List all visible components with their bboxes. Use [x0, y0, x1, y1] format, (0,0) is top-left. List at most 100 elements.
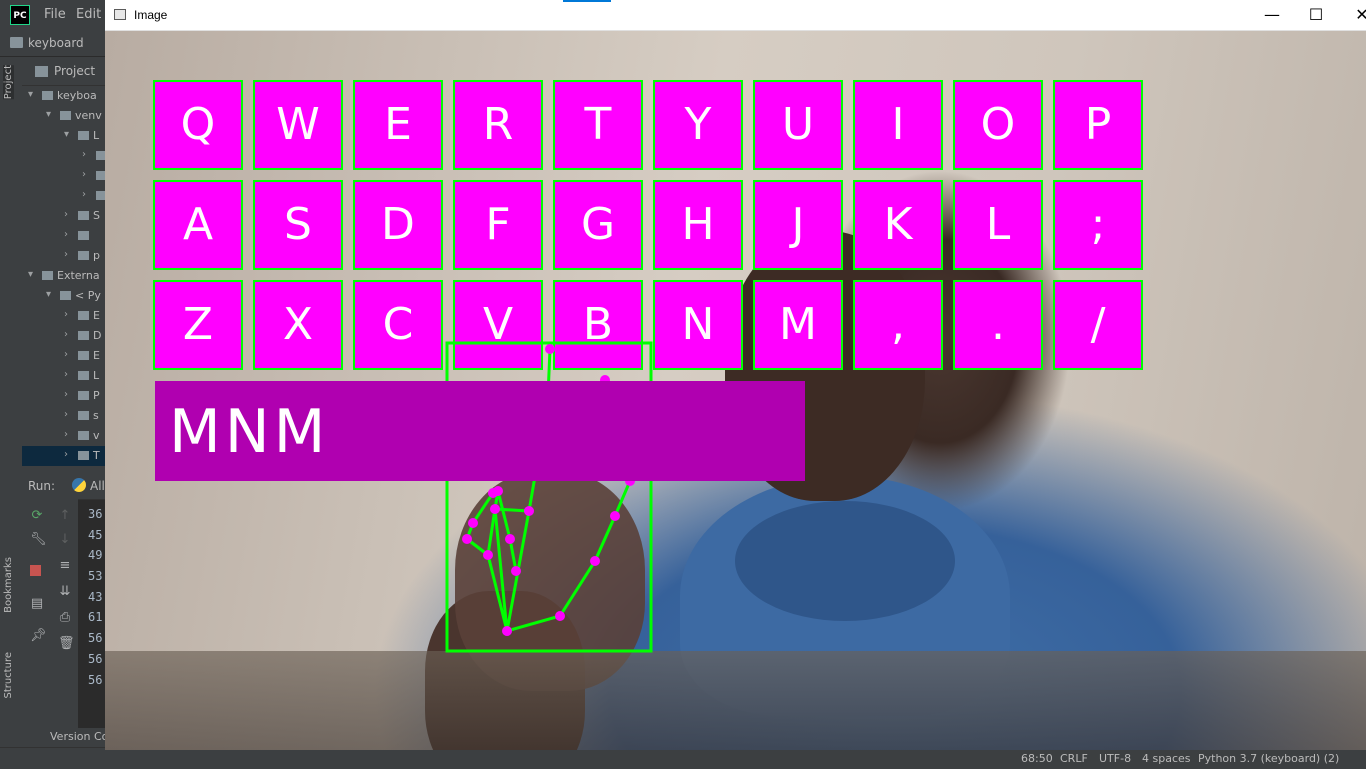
project-panel-title[interactable]: Project [54, 64, 95, 78]
status-encoding[interactable]: UTF-8 [1099, 752, 1131, 765]
project-tree: ▾ keyboa ▾ venv ▾ L › › › › S › › p ▾ Externa ▾ < Py › E › D ›… [22, 86, 106, 466]
chevron-down-icon[interactable]: ▾ [64, 129, 69, 140]
folder-icon [78, 451, 89, 460]
run-toolbar: ⟳ ↑ 🔧︎ ↓ ≡ ▤ ⇊ ⎙ 📌︎ 🗑︎ [22, 499, 78, 747]
wrench-icon[interactable]: 🔧︎ [30, 533, 47, 547]
landmark-middle-tip [511, 566, 521, 576]
folder-icon [78, 331, 89, 340]
tree-item[interactable]: › P [22, 386, 106, 406]
project-folder-icon [10, 37, 23, 48]
folder-icon [78, 311, 89, 320]
tree-item[interactable]: › [22, 146, 106, 166]
pycharm-logo-icon: PC [10, 5, 30, 25]
tree-item[interactable]: ▾ keyboa [22, 86, 106, 106]
chevron-right-icon[interactable]: › [64, 369, 68, 380]
scroll-end-icon[interactable]: ⇊ [58, 585, 72, 599]
landmark-ring-3 [468, 518, 478, 528]
menu-edit[interactable]: Edit [76, 7, 101, 22]
tree-item[interactable]: › T [22, 446, 106, 466]
run-output-line: 56 [88, 631, 103, 646]
minimize-button[interactable]: — [1249, 0, 1295, 30]
status-position[interactable]: 68:50 [1021, 752, 1053, 765]
chevron-down-icon[interactable]: ▾ [28, 89, 33, 100]
window-title: Image [134, 8, 168, 22]
layout-icon[interactable]: ▤ [30, 597, 44, 611]
tree-item-label: E [93, 349, 100, 362]
side-tab-bookmarks[interactable]: Bookmarks [3, 557, 14, 613]
folder-icon [78, 131, 89, 140]
tree-item[interactable]: › [22, 166, 106, 186]
folder-icon [78, 211, 89, 220]
trash-icon[interactable]: 🗑︎ [58, 637, 75, 651]
tree-item[interactable]: ▾ venv [22, 106, 106, 126]
pin-icon[interactable]: 📌︎ [30, 629, 47, 643]
landmark-thumb-3 [610, 511, 620, 521]
chevron-right-icon[interactable]: › [64, 329, 68, 340]
tree-item-label: P [93, 389, 100, 402]
tree-item[interactable]: ▾ L [22, 126, 106, 146]
folder-icon [78, 231, 89, 240]
chevron-right-icon[interactable]: › [82, 149, 86, 160]
tree-item[interactable]: › [22, 226, 106, 246]
side-tab-structure[interactable]: Structure [3, 652, 14, 699]
tree-item[interactable]: › v [22, 426, 106, 446]
tree-item[interactable]: › p [22, 246, 106, 266]
tree-item[interactable]: › s [22, 406, 106, 426]
tree-item-label: p [93, 249, 100, 262]
camera-feed: Q W E R T Y U I O P A S D F G H J K L; Z X C V B N M,. / [105, 31, 1366, 750]
tree-item[interactable]: › [22, 186, 106, 206]
run-output: 36 45 49 53 43 61 56 56 56 [88, 507, 102, 693]
chevron-down-icon[interactable]: ▾ [28, 269, 33, 280]
folder-icon [60, 291, 71, 300]
run-output-line: 56 [88, 672, 103, 687]
status-interpreter[interactable]: Python 3.7 (keyboard) (2) [1198, 752, 1339, 765]
version-control-label[interactable]: Version Co [50, 730, 108, 743]
tree-item-label: keyboa [57, 89, 97, 102]
project-icon [35, 66, 48, 77]
chevron-right-icon[interactable]: › [82, 169, 86, 180]
chevron-right-icon[interactable]: › [82, 189, 86, 200]
up-arrow-icon[interactable]: ↑ [58, 509, 72, 523]
tree-item[interactable]: ▾ Externa [22, 266, 106, 286]
tree-item[interactable]: ▾ < Py [22, 286, 106, 306]
tree-item-label: D [93, 329, 102, 342]
chevron-down-icon[interactable]: ▾ [46, 289, 51, 300]
side-tab-project[interactable]: Project [3, 65, 14, 100]
print-icon[interactable]: ⎙ [58, 611, 72, 625]
tree-item[interactable]: › L [22, 366, 106, 386]
tree-item-label: L [93, 129, 100, 142]
project-name[interactable]: keyboard [28, 36, 84, 50]
tree-item[interactable]: › E [22, 346, 106, 366]
folder-icon [78, 411, 89, 420]
tree-item[interactable]: › D [22, 326, 106, 346]
down-arrow-icon[interactable]: ↓ [58, 533, 72, 547]
menu-file[interactable]: File [44, 7, 66, 22]
status-line-separator[interactable]: CRLF [1060, 752, 1088, 765]
chevron-right-icon[interactable]: › [64, 349, 68, 360]
landmark-index-1 [524, 506, 534, 516]
chevron-right-icon[interactable]: › [64, 389, 68, 400]
chevron-right-icon[interactable]: › [64, 249, 68, 260]
rerun-icon[interactable]: ⟳ [30, 509, 44, 523]
chevron-right-icon[interactable]: › [64, 449, 68, 460]
tree-item-label: venv [75, 109, 102, 122]
version-control-tab[interactable]: Version Co [22, 728, 108, 747]
tree-item[interactable]: › S [22, 206, 106, 226]
soft-wrap-icon[interactable]: ≡ [58, 559, 72, 573]
thumb-line [506, 480, 632, 633]
stop-icon[interactable] [30, 565, 41, 576]
close-button[interactable]: ✕ [1339, 0, 1366, 30]
folder-icon [60, 111, 71, 120]
chevron-right-icon[interactable]: › [64, 429, 68, 440]
maximize-button[interactable]: ☐ [1293, 0, 1339, 30]
chevron-right-icon[interactable]: › [64, 229, 68, 240]
chevron-right-icon[interactable]: › [64, 309, 68, 320]
run-tab[interactable]: All [90, 479, 105, 493]
status-indent[interactable]: 4 spaces [1142, 752, 1191, 765]
chevron-right-icon[interactable]: › [64, 409, 68, 420]
tree-item[interactable]: › E [22, 306, 106, 326]
chevron-down-icon[interactable]: ▾ [46, 109, 51, 120]
chevron-right-icon[interactable]: › [64, 209, 68, 220]
folder-icon [42, 271, 53, 280]
landmark-index-tip [545, 344, 555, 354]
